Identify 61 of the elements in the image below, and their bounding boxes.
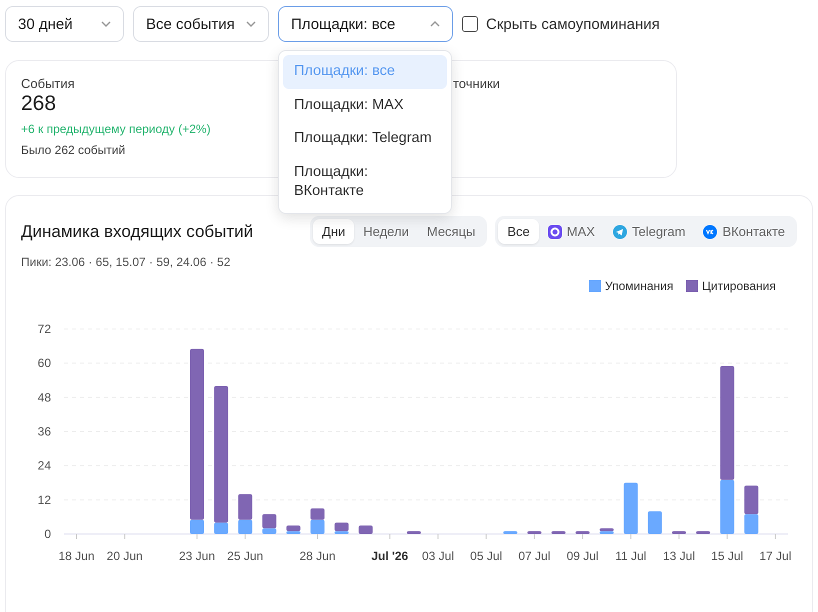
- chevron-up-icon: [430, 21, 440, 27]
- legend-label: Упоминания: [605, 279, 674, 293]
- x-tick-label: 25 Jun: [227, 549, 264, 563]
- granularity-tab[interactable]: Недели: [354, 219, 418, 244]
- x-tick-label: 23 Jun: [178, 549, 216, 563]
- bar: [576, 531, 590, 534]
- y-tick-label: 12: [38, 492, 51, 507]
- y-tick-label: 72: [38, 322, 51, 336]
- platform-option[interactable]: Площадки: Telegram: [283, 122, 447, 156]
- x-tick-label: 03 Jul: [422, 549, 454, 563]
- bar: [552, 531, 566, 534]
- bar: [648, 511, 662, 534]
- card-delta: +6 к предыдущему периоду (+2%): [21, 122, 212, 136]
- period-select[interactable]: 30 дней: [5, 6, 124, 42]
- card-title: точники: [453, 76, 501, 91]
- bar: [310, 508, 324, 520]
- y-tick-label: 24: [38, 458, 51, 473]
- source-tab[interactable]: Telegram: [604, 219, 694, 244]
- bar: [696, 531, 710, 534]
- y-tick-label: 48: [38, 390, 51, 404]
- x-tick-label: 07 Jul: [518, 549, 550, 563]
- platform-option[interactable]: Площадки: MAX: [283, 88, 447, 122]
- granularity-tab[interactable]: Дни: [313, 219, 354, 244]
- y-tick-label: 36: [38, 424, 51, 438]
- x-tick-label: 18 Jun: [58, 549, 95, 563]
- x-tick-label: 15 Jul: [711, 549, 744, 563]
- telegram-icon: [612, 224, 627, 238]
- bar: [406, 531, 421, 534]
- y-tick-label: 0: [44, 527, 51, 541]
- peaks-text: Пики: 23.06 · 65, 15.07 · 59, 24.06 · 52: [20, 254, 232, 269]
- x-tick-label: 20 Jun: [106, 549, 143, 563]
- legend-label: Цитирования: [702, 279, 776, 293]
- x-tick-label: 11 Jul: [615, 549, 646, 563]
- card-title: События: [21, 76, 76, 91]
- x-tick-label: 05 Jul: [470, 549, 502, 563]
- bar: [624, 482, 638, 534]
- x-tick-label: Jul '26: [371, 549, 408, 563]
- source-tab[interactable]: ВКонтакте: [694, 219, 794, 244]
- source-tab[interactable]: MAX: [538, 219, 604, 244]
- messenger-icon: [548, 224, 562, 238]
- platform-option[interactable]: Площадки: ВКонтакте: [283, 156, 447, 209]
- card-previous: Было 262 событий: [21, 143, 126, 157]
- vk-icon: [703, 224, 718, 238]
- chevron-down-icon: [246, 21, 256, 27]
- x-tick-label: 17 Jul: [759, 549, 792, 563]
- y-tick-label: 60: [38, 356, 51, 370]
- hide-self-checkbox[interactable]: Скрыть самоупоминания: [462, 16, 660, 32]
- bar: [358, 525, 373, 534]
- bar: [310, 520, 324, 534]
- bar: [527, 531, 542, 534]
- chevron-down-icon: [101, 21, 111, 27]
- granularity-tab[interactable]: Месяцы: [418, 219, 484, 244]
- platform-select[interactable]: Площадки: все: [278, 6, 453, 42]
- x-tick-label: 09 Jul: [566, 549, 599, 563]
- x-tick-label: 13 Jul: [662, 549, 696, 563]
- panel-title: Динамика входящих событий: [21, 222, 254, 242]
- bar: [503, 531, 518, 534]
- bar: [672, 531, 686, 534]
- events-select[interactable]: Все события: [133, 6, 269, 42]
- source-tab[interactable]: Все: [498, 219, 539, 244]
- x-tick-label: 28 Jun: [299, 549, 336, 563]
